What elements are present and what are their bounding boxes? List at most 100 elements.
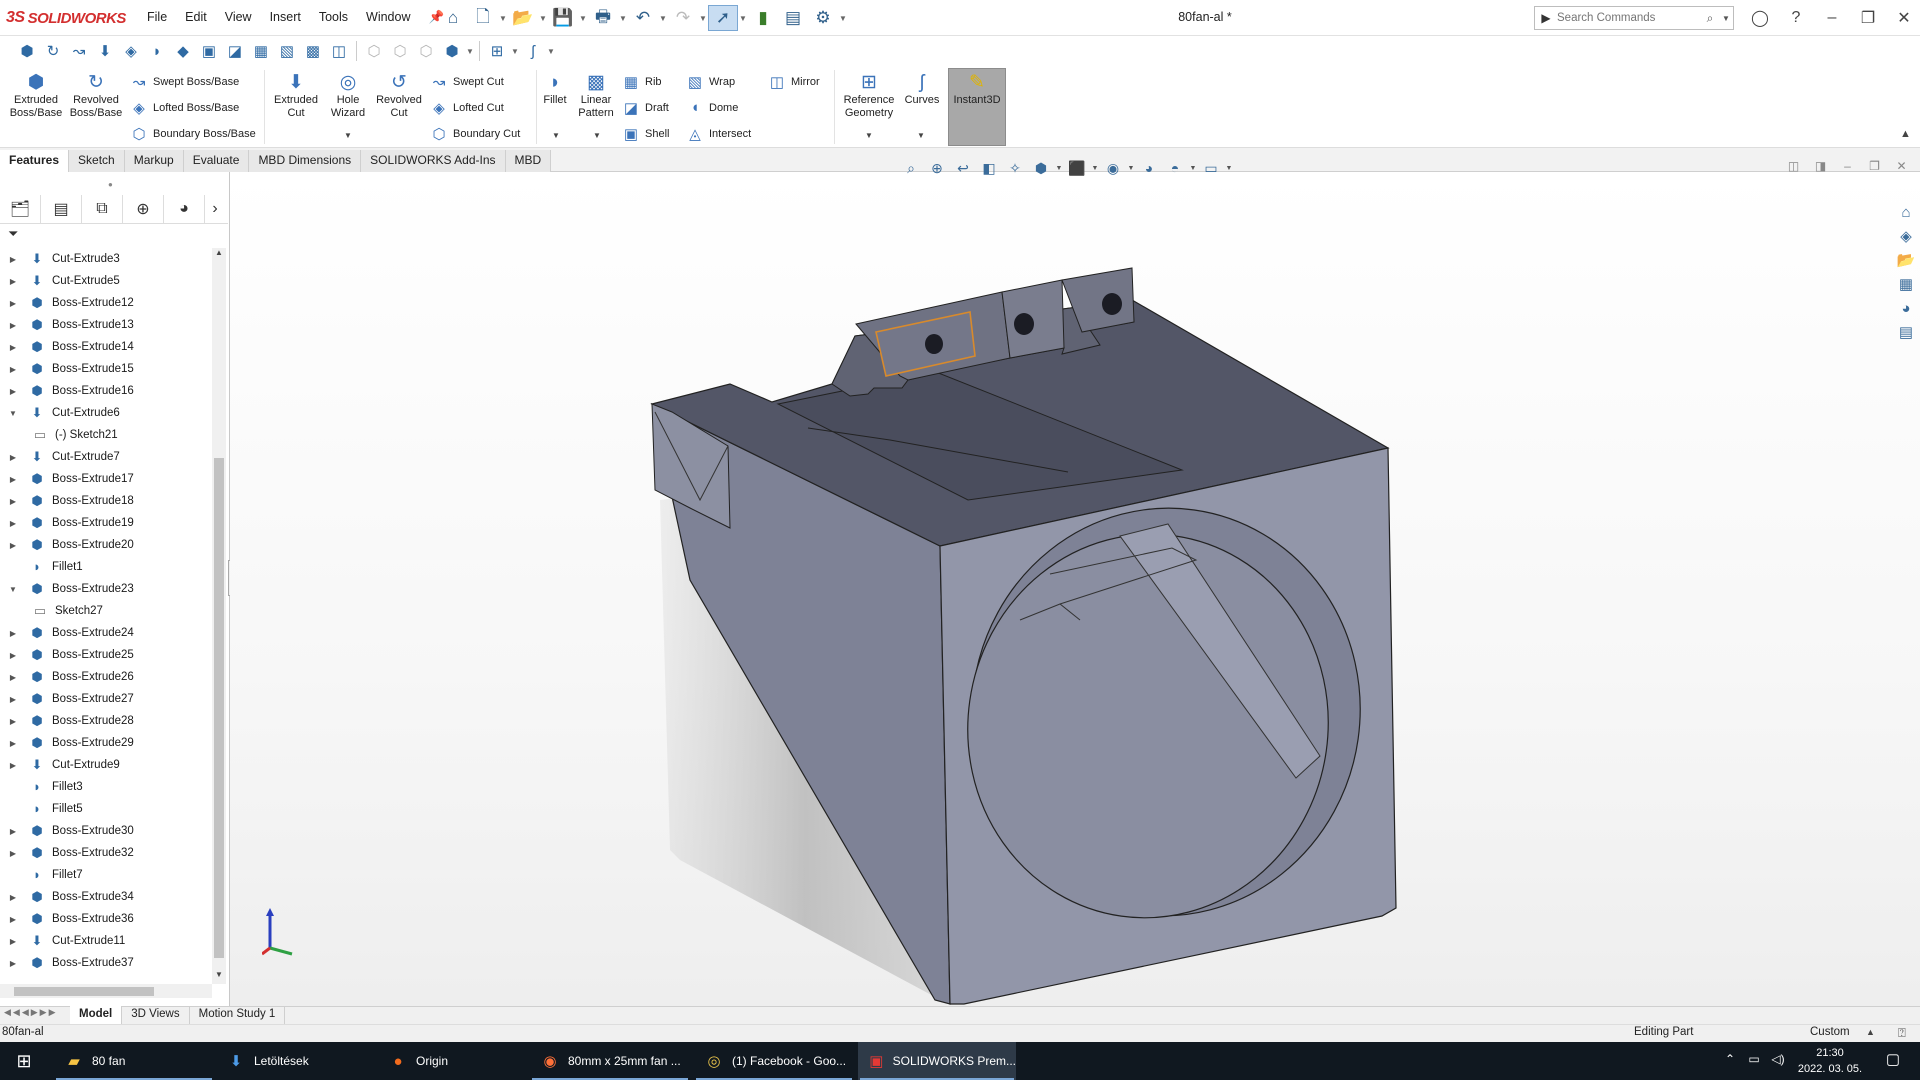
tree-item[interactable]: ▶ ⬢ Boss-Extrude14 (0, 336, 212, 358)
curves-button[interactable]: ʃ Curves (902, 72, 942, 107)
undo-icon[interactable]: ↶ (628, 5, 658, 31)
instant3d-button[interactable]: ✎ Instant3D (948, 72, 1006, 107)
tab-markup[interactable]: Markup (124, 150, 184, 172)
search-input[interactable] (1557, 12, 1701, 24)
taskbar-app-80-fan[interactable]: ▰ 80 fan (54, 1042, 214, 1080)
menu-window[interactable]: Window (357, 8, 419, 27)
draft-button[interactable]: ◪ Draft (620, 99, 669, 117)
expand-arrow-icon[interactable]: ▶ (7, 695, 19, 704)
tree-item[interactable]: ▶ ⬢ Boss-Extrude19 (0, 512, 212, 534)
home-icon[interactable]: ⌂ (438, 5, 468, 31)
chevron-down-icon[interactable]: ▼ (1719, 14, 1733, 23)
expand-arrow-icon[interactable]: ▶ (7, 453, 19, 462)
tree-item[interactable]: ▶ ⬢ Boss-Extrude25 (0, 644, 212, 666)
tree-item[interactable]: ▶ ⬢ Boss-Extrude36 (0, 908, 212, 930)
chevron-down-icon[interactable]: ▼ (510, 39, 520, 63)
lofted-cut-button[interactable]: ◈ Lofted Cut (428, 99, 504, 117)
linear-pattern-button[interactable]: ▩ Linear Pattern (572, 72, 620, 120)
tab-solidworks-add-ins[interactable]: SOLIDWORKS Add-Ins (361, 150, 506, 172)
expand-arrow-icon[interactable]: ▶ (7, 893, 19, 902)
menu-edit[interactable]: Edit (176, 8, 216, 27)
rib-tool-icon[interactable]: ▦ (248, 39, 274, 63)
chevron-down-icon[interactable]: ▼ (618, 14, 628, 23)
tree-item[interactable]: ▶ ⬢ Boss-Extrude30 (0, 820, 212, 842)
view-orientation-icon[interactable]: ⬢ (1028, 158, 1054, 178)
intersect-button[interactable]: ◬ Intersect (684, 125, 751, 143)
system-clock[interactable]: 21:30 2022. 03. 05. (1788, 1045, 1872, 1077)
collapse-arrow-icon[interactable]: ▼ (7, 585, 19, 594)
swept-cut-button[interactable]: ↝ Swept Cut (428, 73, 504, 91)
chevron-down-icon[interactable]: ▼ (738, 14, 748, 23)
edit-appearance-icon[interactable]: ◕ (1136, 158, 1162, 178)
expand-arrow-icon[interactable]: ▶ (7, 629, 19, 638)
tree-item[interactable]: ▶ ⬢ Boss-Extrude26 (0, 666, 212, 688)
chevron-up-icon[interactable]: ▲ (1866, 1027, 1875, 1037)
split-view-icon[interactable]: ◫ (1780, 156, 1807, 176)
tree-item[interactable]: ▶ ⬢ Boss-Extrude34 (0, 886, 212, 908)
fillet-tool-icon[interactable]: ◗ (144, 39, 170, 63)
tab-features[interactable]: Features (0, 150, 70, 172)
reference-plane-icon[interactable]: ⊞ (484, 39, 510, 63)
hide-show-items-icon[interactable]: ◉ (1100, 158, 1126, 178)
custom-properties-icon[interactable]: ▤ (1894, 320, 1918, 344)
expand-arrow-icon[interactable]: ▶ (7, 717, 19, 726)
tree-item[interactable]: ◗ Fillet5 (0, 798, 212, 820)
expand-arrow-icon[interactable]: ▶ (7, 959, 19, 968)
zoom-to-area-icon[interactable]: ⊕ (924, 158, 950, 178)
close-icon[interactable]: ✕ (1888, 156, 1915, 176)
close-icon[interactable]: ✕ (1886, 6, 1920, 30)
save-icon[interactable]: 💾 (548, 5, 578, 31)
expand-arrow-icon[interactable]: ▶ (7, 277, 19, 286)
restore-icon[interactable]: ❐ (1850, 6, 1886, 30)
feature-manager-tab-icon[interactable]: 🗂 (0, 194, 41, 223)
help-icon[interactable]: ⍰ (1898, 1025, 1906, 1041)
tree-item[interactable]: ▶ ⬢ Boss-Extrude28 (0, 710, 212, 732)
expand-arrow-icon[interactable]: ▶ (7, 321, 19, 330)
curve-icon[interactable]: ʃ (520, 39, 546, 63)
shell-tool-icon[interactable]: ▣ (196, 39, 222, 63)
mirror-button[interactable]: ◫ Mirror (766, 73, 820, 91)
view-settings-icon[interactable]: ▭ (1198, 158, 1224, 178)
collapse-ribbon-icon[interactable]: ▲ (1900, 128, 1911, 140)
volume-icon[interactable]: ◁) (1766, 1052, 1790, 1066)
print-icon[interactable]: 🖶 (588, 5, 618, 31)
scroll-thumb[interactable] (14, 987, 154, 996)
chevron-down-icon[interactable]: ▼ (578, 14, 588, 23)
scroll-up-icon[interactable]: ▲ (212, 248, 226, 262)
new-document-icon[interactable]: 🗋 (468, 5, 498, 31)
pattern-tool-icon[interactable]: ▩ (300, 39, 326, 63)
taskbar-app-letoltesek[interactable]: ⬇ Letöltések (216, 1042, 376, 1080)
display-manager-tab-icon[interactable]: ◕ (164, 194, 205, 223)
tree-item[interactable]: ▶ ⬢ Boss-Extrude13 (0, 314, 212, 336)
revolved-boss-base-button[interactable]: ↻ Revolved Boss/Base (66, 72, 126, 120)
taskbar-app-firefox[interactable]: ◉ 80mm x 25mm fan ... (530, 1042, 690, 1080)
panel-grip[interactable]: ● (108, 180, 113, 189)
tree-item[interactable]: ▶ ⬢ Boss-Extrude20 (0, 534, 212, 556)
tab-mbd-dimensions[interactable]: MBD Dimensions (249, 150, 362, 172)
minimize-icon[interactable]: – (1814, 6, 1850, 30)
chevron-down-icon[interactable]: ▼ (465, 39, 475, 63)
chevron-up-icon[interactable]: ⌃ (1718, 1052, 1742, 1066)
chevron-down-icon[interactable]: ▼ (698, 14, 708, 23)
shell-button[interactable]: ▣ Shell (620, 125, 670, 143)
tree-item[interactable]: ▶ ⬢ Boss-Extrude32 (0, 842, 212, 864)
search-commands[interactable]: ▶ ⌕ ▼ (1534, 6, 1734, 30)
surface-icon[interactable]: ⬡ (413, 39, 439, 63)
draft-tool-icon[interactable]: ◪ (222, 39, 248, 63)
taskbar-app-origin[interactable]: ● Origin (378, 1042, 528, 1080)
revolve-tool-icon[interactable]: ↻ (40, 39, 66, 63)
chevron-down-icon[interactable]: ▼ (552, 131, 560, 140)
expand-arrow-icon[interactable]: ▶ (7, 475, 19, 484)
network-icon[interactable]: ▭ (1742, 1052, 1766, 1066)
fillet-button[interactable]: ◗ Fillet (538, 72, 572, 107)
split-line-icon[interactable]: ⬡ (361, 39, 387, 63)
sweep-tool-icon[interactable]: ↝ (66, 39, 92, 63)
filter-icon[interactable]: ⏷ (8, 226, 18, 242)
extruded-cut-button[interactable]: ⬇ Extruded Cut (266, 72, 326, 120)
chevron-down-icon[interactable]: ▼ (917, 131, 925, 140)
help-icon[interactable]: ? (1778, 6, 1814, 30)
chevron-down-icon[interactable]: ▼ (546, 39, 556, 63)
collapse-arrow-icon[interactable]: ▼ (7, 409, 19, 418)
expand-arrow-icon[interactable]: ▶ (7, 497, 19, 506)
dynamic-annotation-icon[interactable]: ✧ (1002, 158, 1028, 178)
